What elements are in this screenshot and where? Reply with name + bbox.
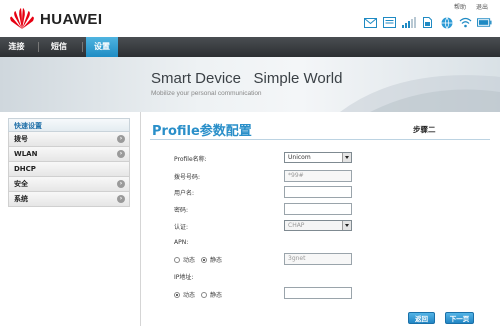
logout-link[interactable]: 退出 [476, 4, 488, 11]
profile-select[interactable]: Unicom [284, 152, 352, 163]
banner-decoration-icon [340, 75, 500, 112]
apn-static-radio[interactable] [201, 256, 208, 263]
sidebar-item-label: DHCP [14, 165, 36, 173]
ip-dynamic-label: 动态 [183, 292, 196, 299]
main-nav: 连接 短信 设置 [0, 37, 500, 57]
sidebar: 快速设置 拨号 › WLAN › DHCP 安全 › 系统 › [8, 118, 130, 207]
content-divider [140, 112, 141, 326]
next-button[interactable]: 下一页 [445, 312, 474, 324]
dial-number-input[interactable]: *99# [284, 170, 352, 182]
tab-settings[interactable]: 设置 [86, 37, 118, 57]
dial-number-label: 拨号号码: [174, 174, 201, 181]
sidebar-item-system[interactable]: 系统 › [8, 192, 130, 207]
password-input[interactable] [284, 203, 352, 215]
ip-address-label: IP地址: [174, 274, 194, 281]
sidebar-item-label: WLAN [14, 150, 38, 158]
sidebar-item-wlan[interactable]: WLAN › [8, 147, 130, 162]
nav-divider [82, 42, 83, 52]
apn-mode-group: 动态 静态 [174, 255, 222, 264]
auth-select-value: CHAP [288, 222, 305, 229]
sidebar-item-security[interactable]: 安全 › [8, 177, 130, 192]
profile-select-value: Unicom [288, 154, 311, 161]
expand-arrow-icon: › [117, 180, 125, 188]
ip-mode-group: 动态 静态 [174, 290, 222, 299]
banner-title: Smart Device Simple World [151, 70, 343, 87]
expand-arrow-icon: › [117, 135, 125, 143]
sidebar-item-label: 安全 [14, 180, 28, 188]
help-link[interactable]: 帮助 [454, 4, 466, 11]
chevron-down-icon [342, 153, 351, 162]
apn-input[interactable]: 3gnet [284, 253, 352, 265]
password-label: 密码: [174, 207, 189, 214]
ip-address-input[interactable] [284, 287, 352, 299]
tab-sms[interactable]: 短信 [42, 37, 76, 57]
username-label: 用户名: [174, 190, 195, 197]
sms-icon[interactable] [382, 16, 397, 29]
apn-static-label: 静态 [210, 257, 223, 264]
step-indicator: 步骤二 [413, 125, 436, 134]
envelope-icon[interactable] [363, 16, 378, 29]
expand-arrow-icon: › [117, 150, 125, 158]
status-icons [363, 16, 492, 29]
title-divider [150, 139, 490, 140]
profile-name-label: Profile名称: [174, 156, 207, 163]
globe-icon [439, 16, 454, 29]
signal-icon [401, 16, 416, 29]
banner-subtitle: Mobilize your personal communication [151, 90, 262, 97]
battery-icon [477, 16, 492, 29]
wifi-icon [458, 16, 473, 29]
sidebar-item-label: 系统 [14, 195, 28, 203]
page-title: Profile参数配置 [152, 124, 252, 139]
chevron-down-icon [342, 221, 351, 230]
top-links: 帮助 退出 [446, 2, 488, 11]
sidebar-item-dialup[interactable]: 拨号 › [8, 132, 130, 147]
tab-connection[interactable]: 连接 [0, 37, 33, 57]
apn-dynamic-radio[interactable] [174, 256, 180, 263]
nav-divider [38, 42, 39, 52]
brand-name: HUAWEI [40, 11, 103, 28]
auth-select[interactable]: CHAP [284, 220, 352, 231]
ip-static-label: 静态 [210, 292, 223, 299]
header: HUAWEI 帮助 退出 [0, 0, 500, 37]
huawei-logo-icon [10, 8, 34, 29]
sim-icon [420, 16, 435, 29]
auth-label: 认证: [174, 224, 189, 231]
ip-static-radio[interactable] [201, 291, 208, 298]
apn-label: APN: [174, 239, 189, 246]
sidebar-item-dhcp[interactable]: DHCP [8, 162, 130, 177]
ip-dynamic-radio[interactable] [174, 291, 180, 298]
expand-arrow-icon: › [117, 195, 125, 203]
banner: Smart Device Simple World Mobilize your … [0, 57, 500, 112]
apn-dynamic-label: 动态 [183, 257, 196, 264]
back-button[interactable]: 返回 [408, 312, 435, 324]
sidebar-item-quick-setup[interactable]: 快速设置 [8, 118, 130, 132]
sidebar-item-label: 拨号 [14, 135, 28, 143]
username-input[interactable] [284, 186, 352, 198]
